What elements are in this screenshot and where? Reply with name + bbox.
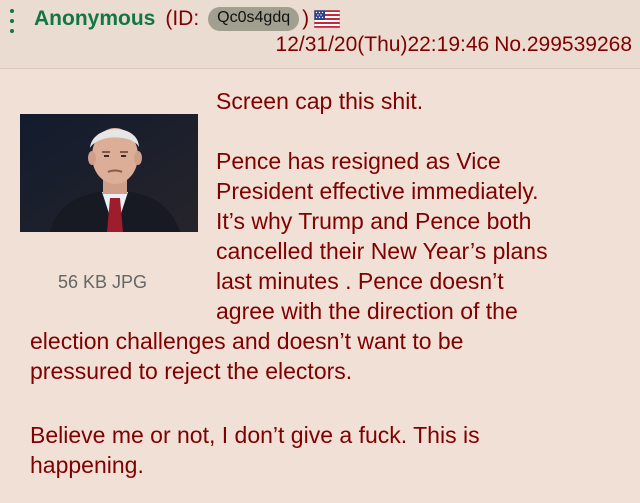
post-paragraph-3: Believe me or not, I don’t give a fuck. …	[30, 420, 630, 480]
post-timestamp: 12/31/20(Thu)22:19:46	[275, 33, 490, 56]
post-header: Anonymous (ID: Qc0s4gdq ) 12/31/20(Thu)2…	[0, 0, 640, 69]
id-label: (ID:	[165, 7, 200, 30]
us-flag-icon	[314, 10, 341, 28]
post-line: pressured to reject the electors.	[30, 358, 353, 384]
more-options-icon[interactable]	[9, 9, 15, 33]
post-line: Screen cap this shit.	[216, 88, 424, 114]
post-line: Believe me or not, I don’t give a fuck. …	[30, 422, 480, 448]
post-line: agree with the direction of the	[216, 298, 518, 324]
post-line: It’s why Trump and Pence both	[216, 208, 532, 234]
poster-name: Anonymous	[34, 7, 156, 30]
post-paragraph-2: Pence has resigned as Vice President eff…	[30, 146, 630, 386]
post-line: cancelled their New Year’s plans	[216, 238, 548, 264]
post-line: last minutes . Pence doesn’t	[216, 268, 504, 294]
post-line: election challenges and doesn’t want to …	[30, 328, 464, 354]
poster-id-badge[interactable]: Qc0s4gdq	[208, 7, 300, 31]
post-container: Anonymous (ID: Qc0s4gdq ) 12/31/20(Thu)2…	[0, 0, 640, 503]
post-paragraph-1: Screen cap this shit.	[30, 86, 630, 116]
post-line: happening.	[30, 452, 144, 478]
post-meta: 12/31/20(Thu)22:19:46 No.299539268	[276, 33, 632, 57]
post-line: President effective immediately.	[216, 178, 539, 204]
post-number-link[interactable]: No.299539268	[494, 33, 632, 56]
post-info: Anonymous (ID: Qc0s4gdq )	[34, 4, 341, 34]
id-close: )	[302, 7, 310, 30]
post-line: Pence has resigned as Vice	[216, 148, 501, 174]
